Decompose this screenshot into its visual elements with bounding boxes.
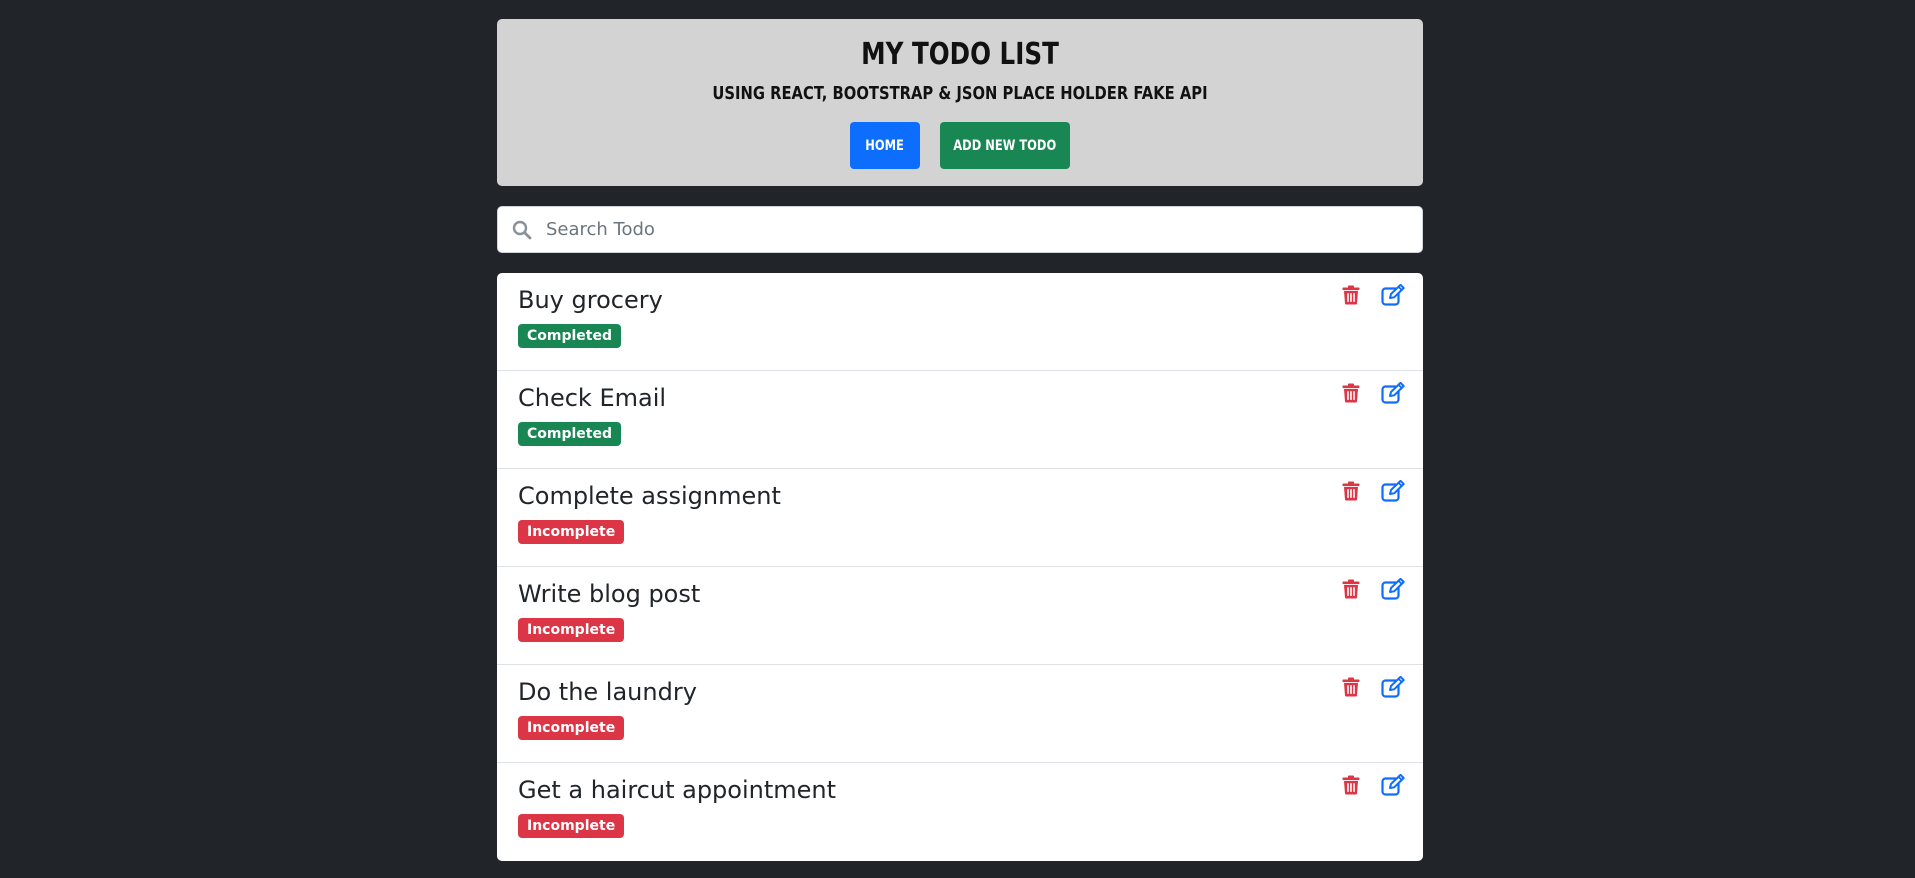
status-badge: Completed: [518, 422, 622, 446]
search-bar: [497, 206, 1423, 253]
todo-title: Do the laundry: [518, 678, 697, 706]
trash-icon[interactable]: [1339, 675, 1363, 699]
trash-icon[interactable]: [1339, 773, 1363, 797]
page-title: MY TODO LIST: [861, 37, 1059, 72]
todo-actions: [1339, 283, 1405, 307]
edit-icon[interactable]: [1381, 773, 1405, 797]
edit-icon[interactable]: [1381, 577, 1405, 601]
edit-icon[interactable]: [1381, 381, 1405, 405]
header-panel: MY TODO LIST USING REACT, BOOTSTRAP & JS…: [497, 19, 1423, 186]
search-icon: [498, 207, 546, 252]
app-container: MY TODO LIST USING REACT, BOOTSTRAP & JS…: [497, 19, 1423, 861]
home-button-label: HOME: [865, 137, 905, 154]
todo-title: Write blog post: [518, 580, 701, 608]
trash-icon[interactable]: [1339, 577, 1363, 601]
todo-item: Complete assignment Incomplete: [497, 469, 1423, 567]
todo-list: Buy grocery Completed Check Email Comple…: [497, 273, 1423, 861]
header-buttons: HOME ADD NEW TODO: [497, 122, 1423, 169]
status-badge: Incomplete: [518, 618, 625, 642]
todo-actions: [1339, 479, 1405, 503]
trash-icon[interactable]: [1339, 381, 1363, 405]
todo-actions: [1339, 675, 1405, 699]
edit-icon[interactable]: [1381, 283, 1405, 307]
todo-actions: [1339, 773, 1405, 797]
status-badge: Incomplete: [518, 716, 625, 740]
todo-item: Do the laundry Incomplete: [497, 665, 1423, 763]
search-input[interactable]: [546, 207, 1422, 252]
todo-title: Check Email: [518, 384, 667, 412]
todo-actions: [1339, 577, 1405, 601]
trash-icon[interactable]: [1339, 283, 1363, 307]
todo-title: Buy grocery: [518, 286, 663, 314]
home-button[interactable]: HOME: [850, 122, 920, 169]
status-badge: Completed: [518, 324, 622, 348]
page-subtitle: USING REACT, BOOTSTRAP & JSON PLACE HOLD…: [712, 83, 1208, 104]
status-badge: Incomplete: [518, 814, 625, 838]
add-new-todo-button[interactable]: ADD NEW TODO: [940, 122, 1070, 169]
status-badge: Incomplete: [518, 520, 625, 544]
todo-actions: [1339, 381, 1405, 405]
todo-item: Write blog post Incomplete: [497, 567, 1423, 665]
edit-icon[interactable]: [1381, 675, 1405, 699]
todo-item: Check Email Completed: [497, 371, 1423, 469]
todo-title: Get a haircut appointment: [518, 776, 837, 804]
trash-icon[interactable]: [1339, 479, 1363, 503]
todo-item: Buy grocery Completed: [497, 273, 1423, 371]
add-new-todo-button-label: ADD NEW TODO: [953, 137, 1057, 154]
todo-title: Complete assignment: [518, 482, 781, 510]
edit-icon[interactable]: [1381, 479, 1405, 503]
todo-item: Get a haircut appointment Incomplete: [497, 763, 1423, 861]
